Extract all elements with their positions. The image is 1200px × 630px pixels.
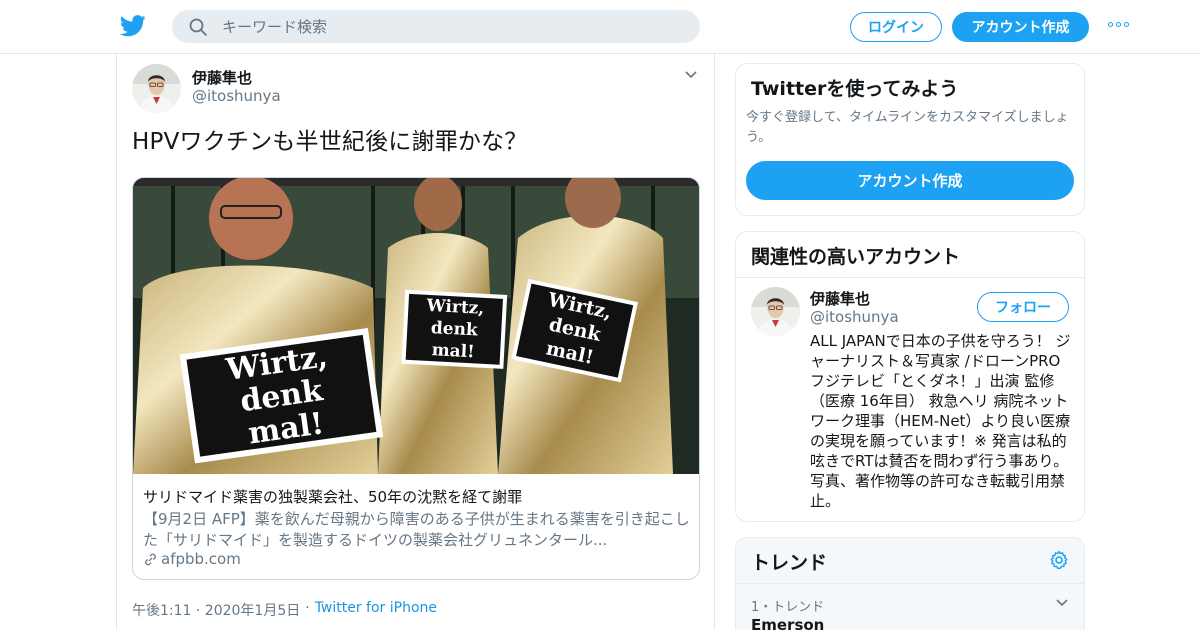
profile-photo <box>132 64 181 113</box>
signup-button[interactable]: アカウント作成 <box>952 12 1089 42</box>
panel-title: トレンド <box>751 552 828 574</box>
tweet-text: HPVワクチンも半世紀後に謝罪かな？ <box>132 129 528 155</box>
create-account-button[interactable]: アカウント作成 <box>746 161 1074 200</box>
twitter-bird-icon[interactable] <box>120 14 146 38</box>
avatar[interactable] <box>751 287 800 336</box>
follow-button[interactable]: フォロー <box>977 292 1069 322</box>
account-handle[interactable]: @itoshunya <box>810 308 899 326</box>
card-image[interactable]: Wirtz, denk mal! Wirtz, denk mal! Wirtz,… <box>133 178 699 474</box>
card-description: 【9月2日 AFP】薬を飲んだ母親から障害のある子供が生まれる薬害を引き起こした… <box>143 510 690 549</box>
related-accounts-panel: 関連性の高いアカウント 伊藤隼也 @itoshunya フォロー ALL JAP… <box>735 231 1085 522</box>
trend-meta: 1・トレンド <box>751 600 825 615</box>
tweet-metadata: 午後1:11 · 2020年1月5日 · Twitter for iPhone <box>132 600 437 620</box>
sign-middle: Wirtz, denk mal! <box>401 289 508 369</box>
search-input[interactable] <box>222 10 682 43</box>
profile-photo <box>751 287 800 336</box>
trend-name[interactable]: Emerson <box>751 616 824 630</box>
chevron-down-icon[interactable] <box>684 70 698 80</box>
account-bio: ALL JAPANで日本の子供を守ろう！ ジャーナリスト＆写真家 /ドローンPR… <box>810 332 1071 510</box>
card-domain[interactable]: afpbb.com <box>143 550 241 568</box>
tweet-detail: 伊藤隼也 @itoshunya HPVワクチンも半世紀後に謝罪かな？ Wirtz… <box>116 54 715 630</box>
tweet-source-link[interactable]: Twitter for iPhone <box>315 600 437 620</box>
sign-text-line: Wirtz, <box>425 296 485 319</box>
author-handle[interactable]: @itoshunya <box>192 87 281 105</box>
link-preview-card[interactable]: Wirtz, denk mal! Wirtz, denk mal! Wirtz,… <box>132 177 700 580</box>
meta-separator: · <box>305 600 310 616</box>
more-options-icon[interactable] <box>1108 22 1129 30</box>
card-domain-text[interactable]: afpbb.com <box>161 550 241 568</box>
trends-panel: トレンド 1・トレンド Emerson <box>735 537 1085 630</box>
panel-title: 関連性の高いアカウント <box>751 246 961 268</box>
search-icon <box>189 18 207 36</box>
sign-text-line: denk <box>430 318 479 340</box>
top-navigation-bar: ログイン アカウント作成 <box>0 0 1200 54</box>
sign-text-line: mal! <box>431 340 475 362</box>
author-name[interactable]: 伊藤隼也 <box>192 67 252 88</box>
divider <box>736 583 1084 584</box>
panel-title: Twitterを使ってみよう <box>751 78 959 100</box>
panel-subtitle: 今すぐ登録して、タイムラインをカスタマイズしましょう。 <box>746 110 1069 145</box>
link-icon <box>145 553 156 565</box>
search-bar <box>172 10 700 43</box>
signup-prompt-panel: Twitterを使ってみよう 今すぐ登録して、タイムラインをカスタマイズしましょ… <box>735 63 1085 216</box>
card-title[interactable]: サリドマイド薬害の独製薬会社、50年の沈黙を経て謝罪 <box>143 486 522 507</box>
chevron-down-icon[interactable] <box>1055 598 1069 608</box>
gear-icon[interactable] <box>1049 550 1069 570</box>
account-name[interactable]: 伊藤隼也 <box>810 288 870 309</box>
login-button[interactable]: ログイン <box>850 12 942 42</box>
avatar[interactable] <box>132 64 181 113</box>
tweet-timestamp[interactable]: 午後1:11 · 2020年1月5日 <box>132 600 300 620</box>
divider <box>736 277 1084 278</box>
